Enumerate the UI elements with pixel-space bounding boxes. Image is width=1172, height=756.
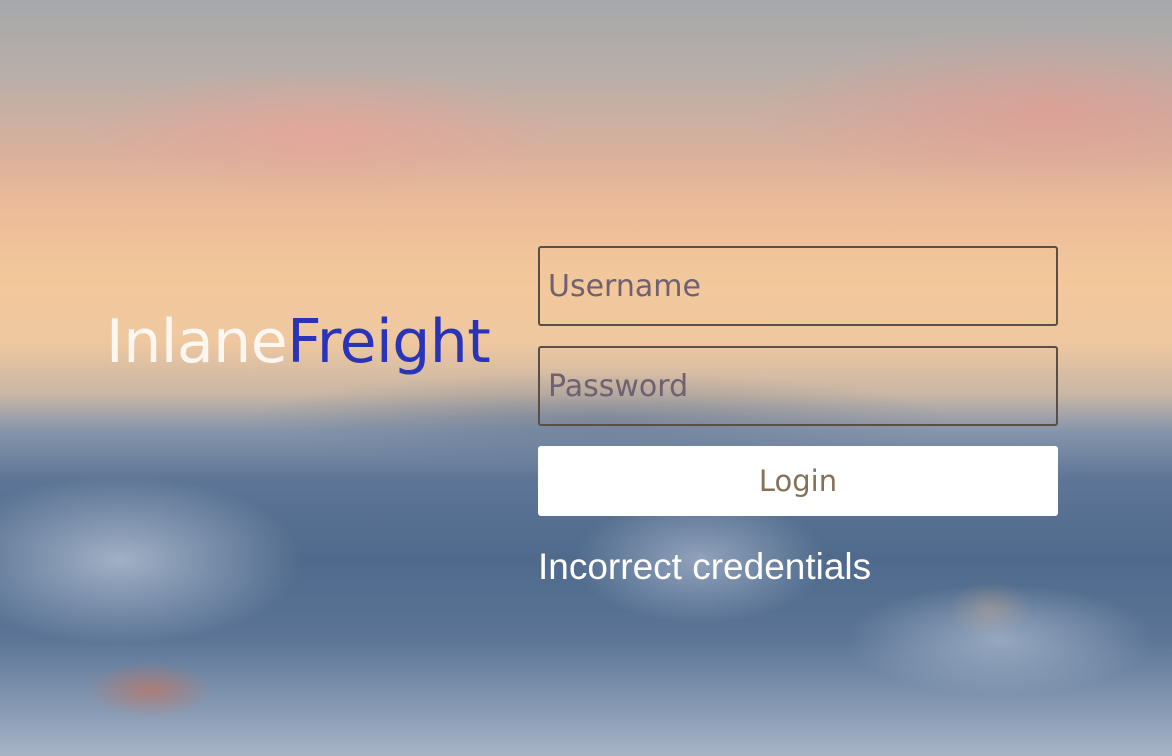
brand-name-part1: Inlane — [106, 307, 288, 377]
error-message: Incorrect credentials — [538, 546, 872, 587]
login-button[interactable]: Login — [538, 446, 1058, 516]
brand-name-part2: Freight — [287, 307, 491, 377]
username-input[interactable] — [538, 246, 1058, 326]
brand-logo: InlaneFreight — [106, 312, 491, 372]
password-input[interactable] — [538, 346, 1058, 426]
